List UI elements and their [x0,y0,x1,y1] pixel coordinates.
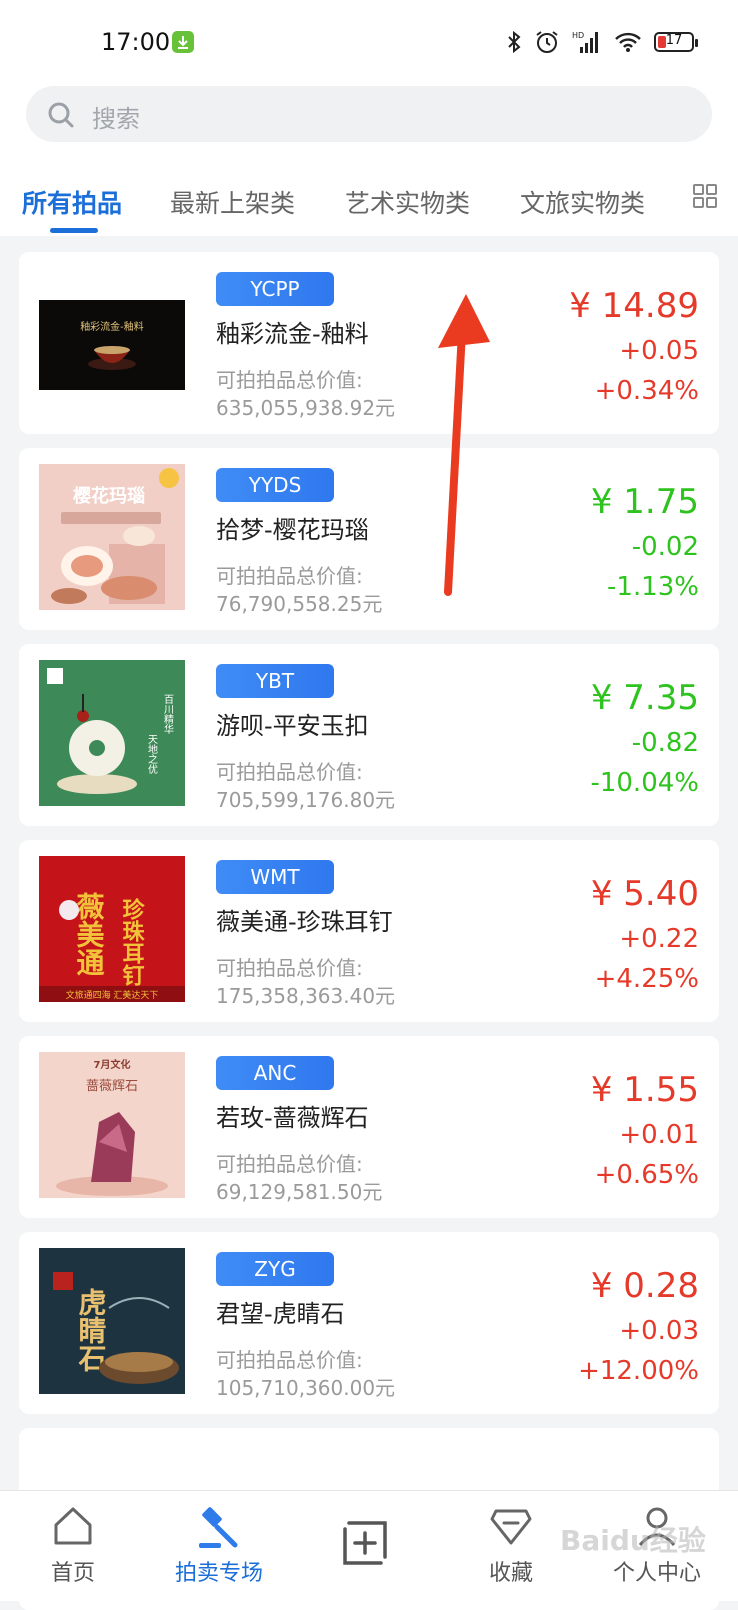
svg-text:HD: HD [572,31,584,40]
item-name: 若玫-蔷薇辉石 [216,1104,369,1132]
tab-newest[interactable]: 最新上架类 [170,184,295,220]
item-change: +0.05 [619,336,699,366]
item-change: -0.82 [631,728,699,758]
auction-item-card[interactable]: 釉彩流金-釉料 YCPP 釉彩流金-釉料 可拍拍品总价值: 635,055,93… [19,252,719,434]
auction-hammer-icon [199,1507,238,1548]
thumbnail-text: 7月文化 [94,1058,131,1071]
add-swap-icon [343,1521,387,1565]
item-thumbnail: 虎睛石 [39,1248,185,1394]
item-name: 君望-虎睛石 [216,1300,345,1328]
auction-item-card[interactable]: 虎睛石 ZYG 君望-虎睛石 可拍拍品总价值: 105,710,360.00元 … [19,1232,719,1414]
item-thumbnail: 百川精华 天地之优 [39,660,185,806]
item-price: ¥ 5.40 [590,874,699,914]
item-price: ¥ 1.55 [590,1070,699,1110]
thumbnail-text: 天地之优 [146,734,158,775]
item-name: 游呗-平安玉扣 [216,712,369,740]
thumbnail-title: 釉彩流金-釉料 [80,320,144,333]
tab-culture-tourism[interactable]: 文旅实物类 [520,184,645,220]
item-thumbnail: 釉彩流金-釉料 [39,300,185,390]
item-change: -0.02 [631,532,699,562]
item-capital-label: 可拍拍品总价值: [216,564,363,588]
nav-profile-label: 个人中心 [612,1561,701,1586]
thumbnail-text: 虎睛石 [75,1288,108,1372]
battery-level: 17 [665,33,683,48]
item-code-badge: YCPP [216,272,334,306]
tab-all-items[interactable]: 所有拍品 [22,184,122,220]
thumbnail-footer: 文旅通四海 汇美达天下 [66,989,159,1001]
status-time: 17:00 [101,28,171,56]
search-icon [48,102,74,128]
item-change-percent: -1.13% [607,572,699,602]
search-input[interactable]: 搜索 [26,86,712,142]
item-capital-label: 可拍拍品总价值: [216,1348,363,1372]
item-thumbnail: 7月文化 蔷薇辉石 [39,1052,185,1198]
auction-item-card[interactable]: 百川精华 天地之优 YBT 游呗-平安玉扣 可拍拍品总价值: 705,599,1… [19,644,719,826]
item-change-percent: +4.25% [594,964,699,994]
item-name: 拾梦-樱花玛瑙 [216,516,369,544]
signal-icon: HD [572,31,598,53]
thumbnail-text: 蔷薇辉石 [86,1079,138,1094]
item-change: +0.01 [619,1120,699,1150]
item-code-badge: ZYG [216,1252,334,1286]
nav-auction-label: 拍卖专场 [174,1561,263,1586]
favorite-icon [490,1509,532,1545]
grid-menu-icon[interactable] [692,183,718,209]
search-placeholder: 搜索 [92,105,140,133]
item-capital-label: 可拍拍品总价值: [216,368,363,392]
item-change: +0.22 [619,924,699,954]
item-name: 釉彩流金-釉料 [216,320,369,348]
nav-favorites-label: 收藏 [488,1561,533,1586]
item-change-percent: +12.00% [578,1356,699,1386]
nav-home-label: 首页 [50,1561,95,1586]
item-code-badge: ANC [216,1056,334,1090]
item-capital-value: 635,055,938.92元 [216,396,396,420]
item-change-percent: -10.04% [590,768,699,798]
active-tab-indicator [50,228,98,233]
watermark: Baidu经验 [560,1524,706,1557]
item-code-badge: YBT [216,664,334,698]
item-name: 薇美通-珍珠耳钉 [216,908,393,936]
nav-home[interactable]: 首页 [0,1491,146,1601]
item-code-badge: YYDS [216,468,334,502]
thumbnail-text: 珍珠耳钉 [119,897,145,987]
item-capital-label: 可拍拍品总价值: [216,1152,363,1176]
item-capital-value: 76,790,558.25元 [216,592,383,616]
item-price: ¥ 7.35 [590,678,699,718]
item-code-badge: WMT [216,860,334,894]
item-thumbnail: 樱花玛瑙 [39,464,185,610]
item-capital-label: 可拍拍品总价值: [216,956,363,980]
nav-add[interactable] [292,1491,438,1601]
item-price: ¥ 1.75 [590,482,699,522]
bluetooth-icon [508,30,521,54]
auction-item-card[interactable]: 樱花玛瑙 YYDS 拾梦-樱花玛瑙 可拍拍品总价值: 76,790,558.25… [19,448,719,630]
item-capital-label: 可拍拍品总价值: [216,760,363,784]
search-bar-container: 搜索 [0,84,738,160]
thumbnail-title: 樱花玛瑙 [73,485,145,507]
nav-auction[interactable]: 拍卖专场 [146,1491,292,1601]
item-change-percent: +0.34% [594,376,699,406]
item-capital-value: 705,599,176.80元 [216,788,396,812]
thumbnail-text: 百川精华 [162,694,174,735]
battery-icon: 17 [654,32,698,52]
status-bar: 17:00 HD 17 [0,0,738,84]
alarm-icon [536,31,558,53]
system-icons: HD 17 [506,28,698,56]
item-change-percent: +0.65% [594,1160,699,1190]
bottom-nav: 首页 拍卖专场 收藏 个人中心 Baidu经验 [0,1490,738,1601]
item-capital-value: 69,129,581.50元 [216,1180,383,1204]
download-icon [172,31,194,53]
item-capital-value: 105,710,360.00元 [216,1376,396,1400]
auction-item-card[interactable]: 7月文化 蔷薇辉石 ANC 若玫-蔷薇辉石 可拍拍品总价值: 69,129,58… [19,1036,719,1218]
item-price: ¥ 0.28 [590,1266,699,1306]
item-price: ¥ 14.89 [569,286,699,326]
wifi-icon [615,32,641,52]
tab-art[interactable]: 艺术实物类 [345,184,470,220]
thumbnail-text: 薇美通 [73,892,106,976]
auction-item-card[interactable]: 薇美通 珍珠耳钉 文旅通四海 汇美达天下 WMT 薇美通-珍珠耳钉 可拍拍品总价… [19,840,719,1022]
category-tabs: 所有拍品 最新上架类 艺术实物类 文旅实物类 [0,160,738,236]
item-thumbnail: 薇美通 珍珠耳钉 文旅通四海 汇美达天下 [39,856,185,1002]
home-icon [54,1507,92,1545]
item-capital-value: 175,358,363.40元 [216,984,396,1008]
item-change: +0.03 [619,1316,699,1346]
